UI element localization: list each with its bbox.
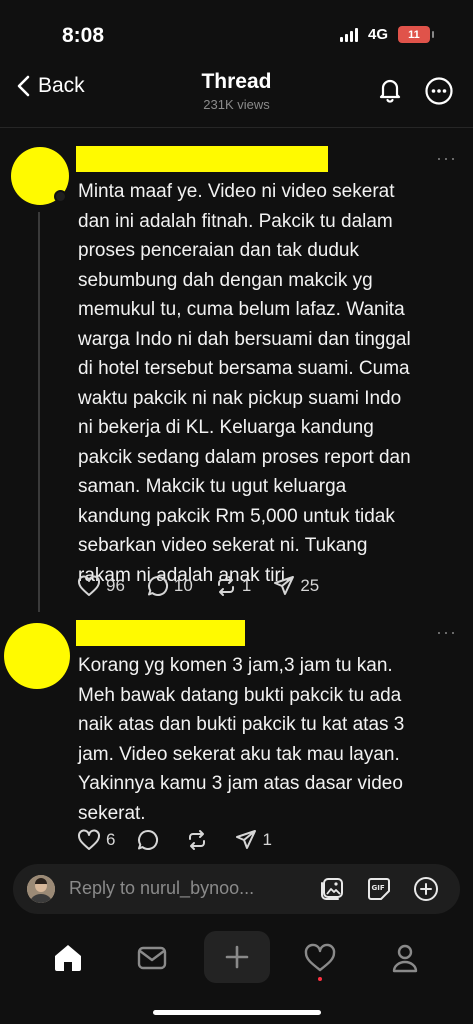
inbox-icon — [137, 946, 167, 970]
like-button[interactable]: 6 — [77, 829, 115, 851]
bottom-nav — [0, 925, 473, 995]
like-count: 6 — [106, 830, 116, 849]
heart-icon — [78, 829, 100, 850]
gallery-button[interactable] — [319, 876, 345, 902]
profile-icon — [392, 944, 418, 973]
reply-composer[interactable]: Reply to nurul_bynoo... GIF — [13, 864, 460, 914]
nav-profile[interactable] — [388, 941, 422, 975]
gif-icon: GIF — [368, 878, 390, 900]
comment-icon — [138, 829, 159, 850]
post-more-button[interactable]: ··· — [436, 622, 457, 643]
reply-input[interactable]: Reply to nurul_bynoo... — [69, 878, 254, 899]
nav-activity[interactable] — [303, 941, 337, 975]
nav-inbox[interactable] — [135, 941, 169, 975]
avatar[interactable] — [4, 623, 70, 689]
share-button[interactable]: 1 — [235, 829, 272, 851]
gif-button[interactable]: GIF — [366, 876, 392, 902]
gallery-icon — [321, 878, 343, 900]
nav-create[interactable] — [204, 931, 270, 983]
thread-post: ··· Korang yg komen 3 jam,3 jam tu kan. … — [0, 0, 473, 860]
repost-button[interactable] — [186, 829, 213, 851]
avatar — [27, 875, 55, 903]
plus-circle-icon — [414, 877, 438, 901]
home-icon — [55, 945, 81, 971]
add-attachment-button[interactable] — [413, 876, 439, 902]
nav-home[interactable] — [51, 941, 85, 975]
heart-icon — [304, 943, 336, 972]
post-actions: 6 1 — [77, 829, 294, 851]
home-indicator — [153, 1010, 321, 1015]
share-count: 1 — [262, 830, 272, 849]
reply-button[interactable] — [137, 829, 164, 851]
post-text: Korang yg komen 3 jam,3 jam tu kan. Meh … — [78, 655, 405, 824]
repost-icon — [189, 830, 206, 850]
svg-text:GIF: GIF — [372, 884, 385, 892]
send-icon — [236, 830, 257, 849]
username-redacted[interactable] — [76, 620, 245, 646]
plus-icon — [225, 945, 249, 969]
notification-dot — [318, 977, 322, 981]
